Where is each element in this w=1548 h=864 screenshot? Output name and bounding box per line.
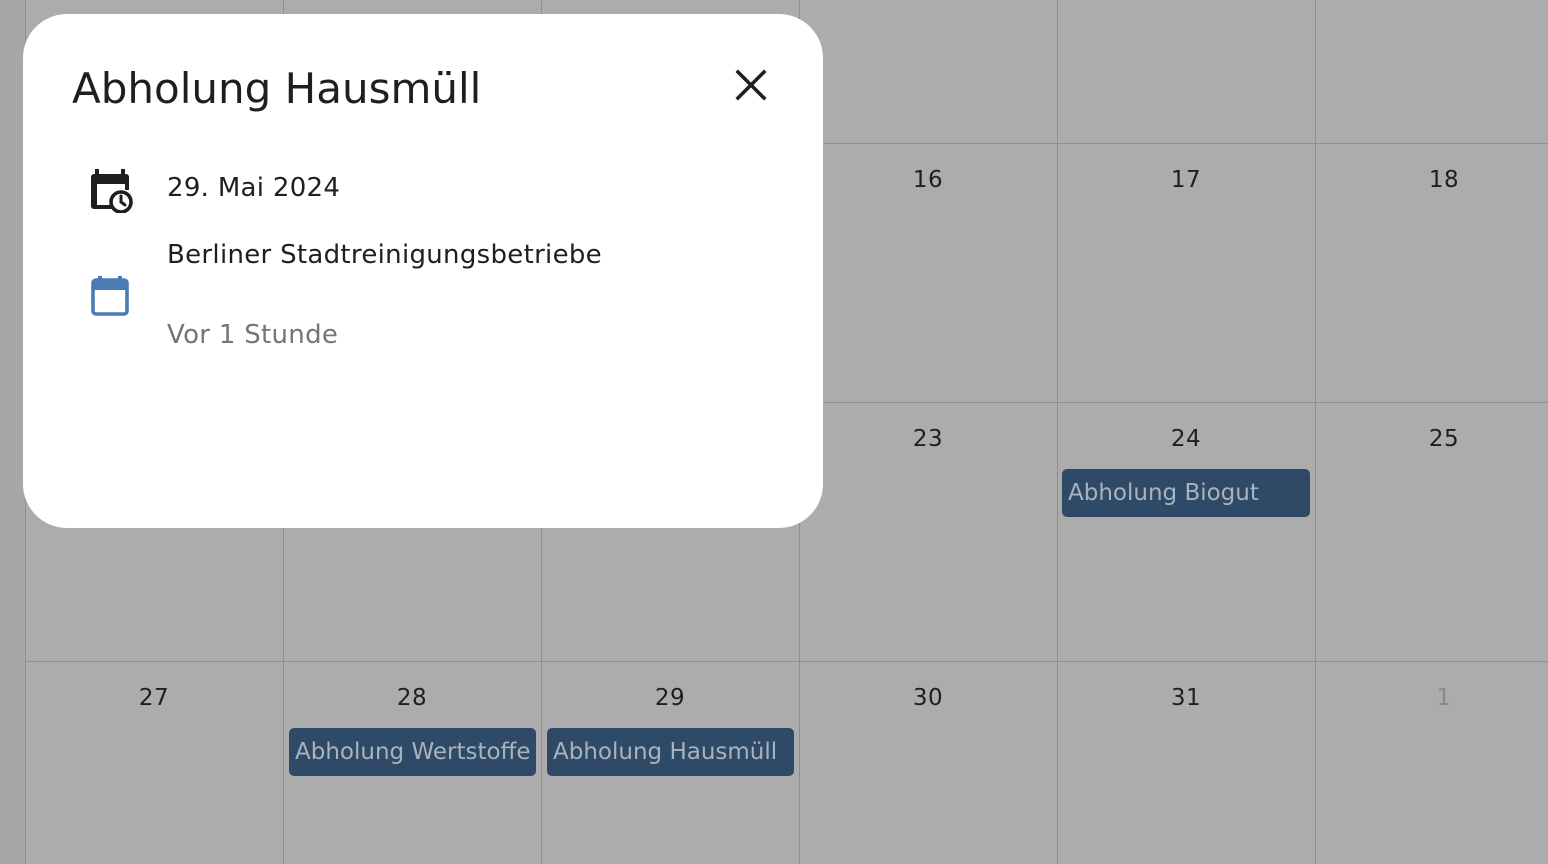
day-number[interactable]: 29: [541, 685, 799, 711]
day-number-next-month[interactable]: 1: [1315, 685, 1548, 711]
day-number[interactable]: 23: [799, 426, 1057, 452]
day-number[interactable]: 31: [1057, 685, 1315, 711]
day-number[interactable]: 16: [799, 167, 1057, 193]
day-number[interactable]: 25: [1315, 426, 1548, 452]
close-button[interactable]: [723, 64, 779, 110]
relative-time: Vor 1 Stunde: [167, 320, 339, 350]
calendar-clock-icon: [91, 169, 133, 213]
day-number[interactable]: 18: [1315, 167, 1548, 193]
calendar-event[interactable]: Abholung Wertstoffe (A: [289, 728, 536, 776]
day-number[interactable]: 30: [799, 685, 1057, 711]
day-number[interactable]: 24: [1057, 426, 1315, 452]
event-date: 29. Mai 2024: [167, 173, 341, 203]
calendar-event[interactable]: Abholung Hausmüll: [547, 728, 794, 776]
grid-line: [26, 661, 1548, 662]
calendar-name: Berliner Stadtreinigungsbetriebe: [167, 240, 602, 270]
day-number[interactable]: 28: [283, 685, 541, 711]
dialog-title: Abholung Hausmüll: [72, 64, 482, 113]
close-icon: [735, 69, 767, 101]
day-number[interactable]: 17: [1057, 167, 1315, 193]
day-number[interactable]: 27: [25, 685, 283, 711]
calendar-icon: [91, 276, 129, 316]
calendar-event[interactable]: Abholung Biogut: [1062, 469, 1310, 517]
event-details-dialog: Abholung Hausmüll 29. Mai 2024 Berliner …: [23, 14, 823, 528]
calendar-left-edge: [0, 0, 25, 864]
